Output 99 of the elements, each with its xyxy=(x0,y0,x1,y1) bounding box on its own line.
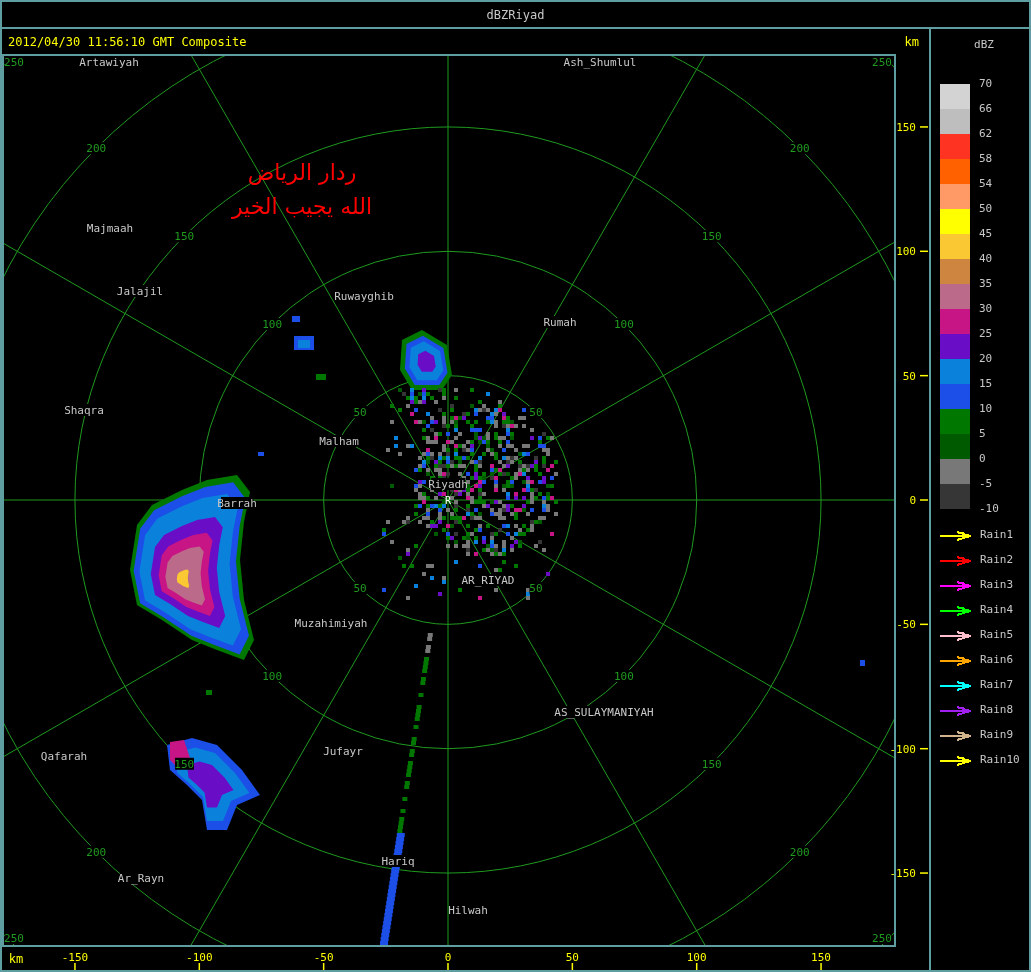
range-label: 50 xyxy=(529,581,543,595)
place-label: Jufayr xyxy=(323,745,363,758)
axis-tick xyxy=(919,623,929,626)
legend-value: 15 xyxy=(979,378,993,389)
place-label: Ar_Rayn xyxy=(117,872,165,885)
annotation-text: ردار الرياض xyxy=(247,160,357,185)
track-label: Rain7 xyxy=(980,677,1014,694)
range-label: 100 xyxy=(262,318,283,332)
range-label: 200 xyxy=(789,845,810,859)
legend-value: 40 xyxy=(979,253,993,264)
axis-tick xyxy=(919,374,929,377)
axis-tick xyxy=(322,962,325,970)
track-label: Rain10 xyxy=(980,752,1020,769)
track-label: Rain5 xyxy=(980,627,1014,644)
timestamp-label: 2012/04/30 11:56:10 GMT Composite xyxy=(8,33,247,51)
range-label: 250 xyxy=(4,932,24,945)
place-label: AR_RIYAD xyxy=(461,574,515,587)
axis-tick xyxy=(74,962,76,970)
axis-tick-label: 100 xyxy=(896,245,916,259)
range-label: 150 xyxy=(174,230,195,244)
track-label: Rain1 xyxy=(980,527,1014,544)
place-label: Malham xyxy=(319,435,359,448)
place-label: Riyadh xyxy=(428,478,468,491)
place-label: Artawiyah xyxy=(79,56,139,69)
track-label: Rain2 xyxy=(980,552,1014,569)
track-label: Rain3 xyxy=(980,577,1014,594)
track-label: Rain6 xyxy=(980,652,1014,669)
range-label: 150 xyxy=(174,757,195,771)
window-title: dBZRiyad xyxy=(486,6,545,24)
place-label: Jalajil xyxy=(116,285,164,298)
place-label: Rumah xyxy=(543,316,577,329)
axis-tick-label: 100 xyxy=(686,951,707,964)
legend-value: -5 xyxy=(979,478,993,489)
legend-value: 62 xyxy=(979,128,993,139)
axis-tick-label: 0 xyxy=(444,951,452,964)
range-label: 50 xyxy=(529,406,543,420)
legend-value: 25 xyxy=(979,328,993,339)
place-label: Ash_Shumlul xyxy=(563,56,637,69)
place-label: AS_SULAYMANIYAH xyxy=(554,706,654,719)
place-label: Shaqra xyxy=(64,404,104,417)
legend-value: 30 xyxy=(979,303,993,314)
legend-value: 58 xyxy=(979,153,993,164)
legend-value: 66 xyxy=(979,103,993,114)
range-label: 250 xyxy=(872,56,892,69)
legend-value: 45 xyxy=(979,228,993,239)
place-label: Hilwah xyxy=(448,904,488,917)
axis-tick xyxy=(198,962,201,970)
axis-tick-label: 0 xyxy=(909,494,916,507)
range-label: 100 xyxy=(613,669,634,683)
axis-tick xyxy=(919,126,929,128)
axis-tick-label: 50 xyxy=(902,369,916,383)
place-label: Muzahimiyah xyxy=(294,617,368,630)
place-label: Ruwayghib xyxy=(334,290,394,303)
range-label: 200 xyxy=(86,142,107,156)
axis-tick-label: 150 xyxy=(896,120,916,134)
range-label: 250 xyxy=(4,56,24,69)
legend-value: 10 xyxy=(979,403,993,414)
axis-tick xyxy=(447,962,449,970)
axis-tick xyxy=(919,872,929,874)
legend-value: 70 xyxy=(979,78,993,89)
axis-tick xyxy=(919,250,929,253)
legend-value: -10 xyxy=(979,503,999,514)
range-label: 150 xyxy=(701,230,722,244)
range-label: 50 xyxy=(353,406,367,420)
axis-tick xyxy=(820,962,822,970)
legend-value: 0 xyxy=(979,453,986,464)
track-label: Rain8 xyxy=(980,702,1014,719)
track-label: Rain9 xyxy=(980,727,1014,744)
axis-tick-label: -50 xyxy=(313,951,334,964)
axis-tick-label: 150 xyxy=(811,951,831,964)
axis-tick xyxy=(571,962,574,970)
range-label: 200 xyxy=(789,142,810,156)
legend-value: 35 xyxy=(979,278,993,289)
legend-title: dBZ xyxy=(974,36,994,53)
axis-unit-label: km xyxy=(8,952,24,966)
unit-label: km xyxy=(904,33,919,51)
axis-tick xyxy=(919,747,929,750)
legend-value: 50 xyxy=(979,203,993,214)
range-label: 150 xyxy=(701,757,722,771)
place-label: Qafarah xyxy=(40,750,88,763)
axis-tick-label: 50 xyxy=(565,951,579,964)
range-label: 250 xyxy=(872,932,892,945)
range-label: 100 xyxy=(262,669,283,683)
track-label: Rain4 xyxy=(980,602,1014,619)
place-label: Majmaah xyxy=(86,222,134,235)
axis-tick-label: -100 xyxy=(186,951,213,964)
annotation-text: الله يجيب الخير xyxy=(231,194,373,219)
site-marker: R xyxy=(445,495,451,506)
range-label: 100 xyxy=(613,318,634,332)
range-label: 50 xyxy=(353,581,367,595)
axis-tick xyxy=(919,499,929,501)
axis-tick-label: -50 xyxy=(896,618,916,632)
range-label: 200 xyxy=(86,845,107,859)
legend-value: 5 xyxy=(979,428,986,439)
legend-value: 54 xyxy=(979,178,993,189)
legend-value: 20 xyxy=(979,353,993,364)
axis-tick xyxy=(695,962,698,970)
place-label: Hariq xyxy=(381,855,415,868)
axis-tick-label: -150 xyxy=(61,951,89,964)
